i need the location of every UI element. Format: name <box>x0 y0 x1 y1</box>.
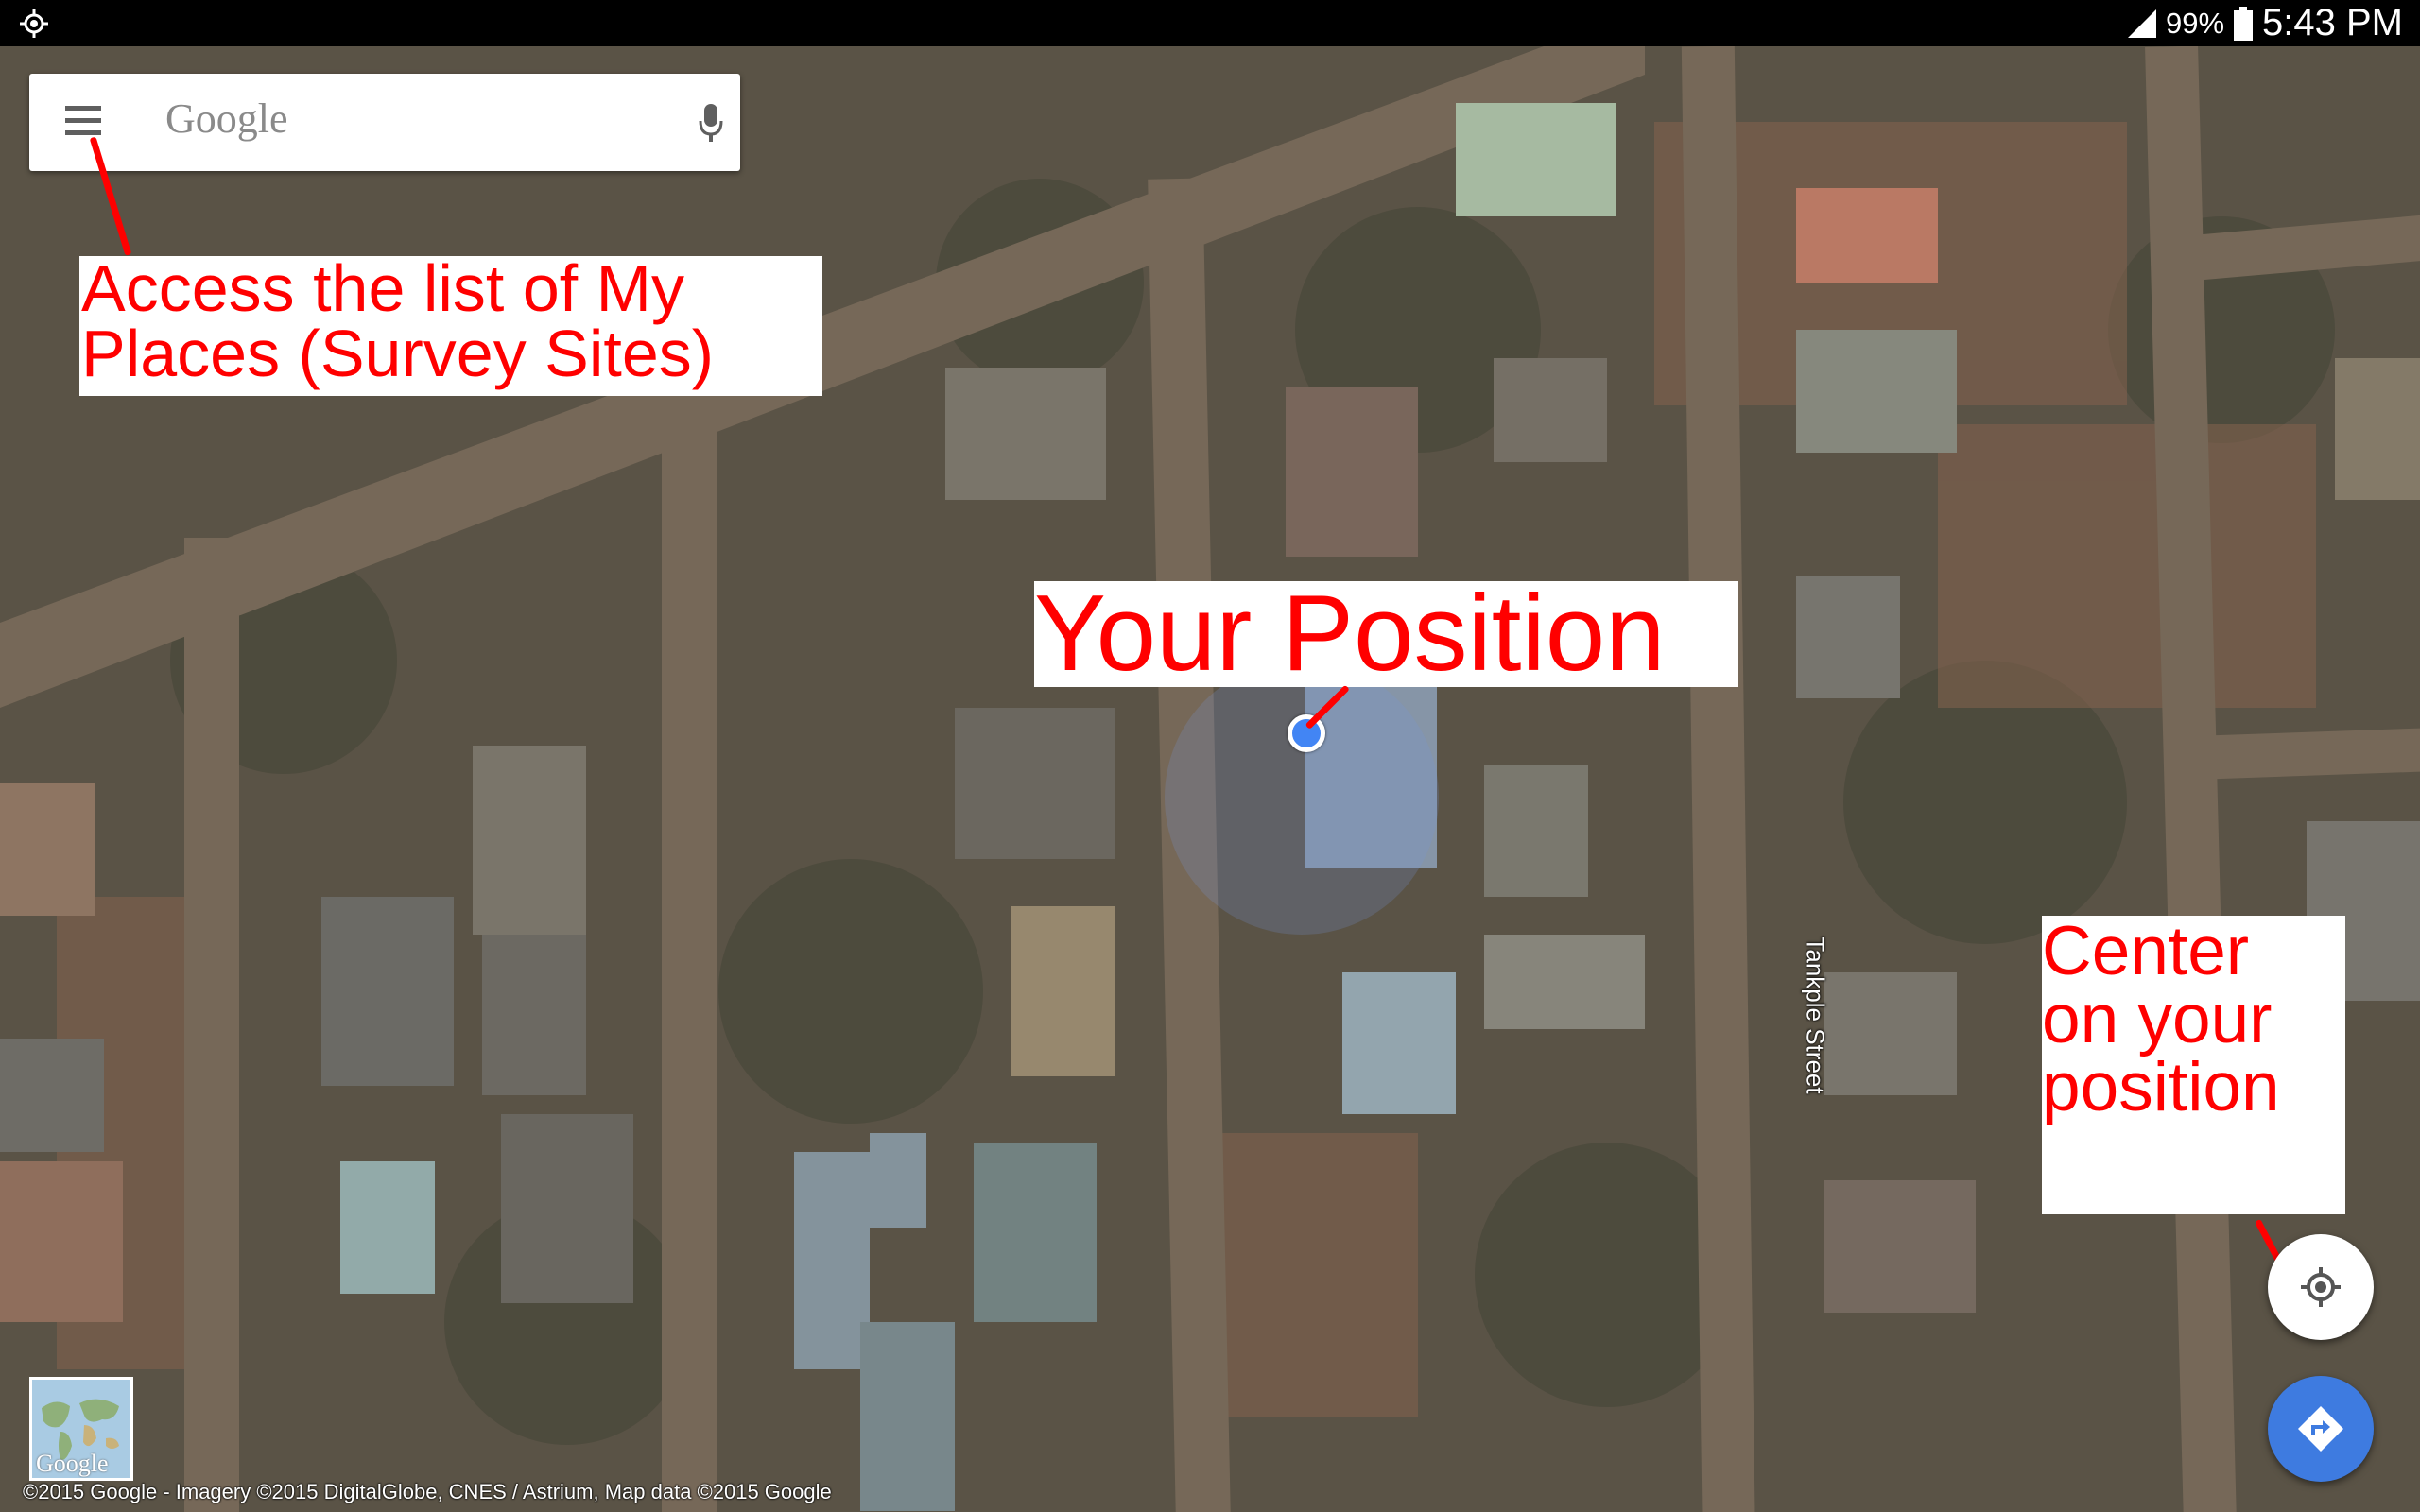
street-label: Tankple Street <box>1801 936 1830 1094</box>
menu-callout: Access the list of My Places (Survey Sit… <box>79 251 822 396</box>
my-location-dot <box>1288 714 1325 752</box>
signal-icon <box>2127 9 2156 38</box>
google-logo: Google <box>165 95 288 142</box>
center-callout: Center on your position <box>2042 916 2345 1214</box>
earth-view-toggle[interactable]: Google <box>29 1377 133 1481</box>
thumbnail-label: Google <box>36 1450 109 1477</box>
menu-icon[interactable] <box>65 106 114 140</box>
clock: 5:43 PM <box>2262 2 2403 43</box>
location-accuracy-halo <box>1165 661 1439 935</box>
center-callout-line3: position <box>2042 1049 2280 1125</box>
center-callout-line2: on your <box>2042 981 2273 1057</box>
my-location-icon <box>2301 1267 2341 1307</box>
status-bar: 99% 5:43 PM <box>0 0 2420 46</box>
battery-percent: 99% <box>2165 6 2225 40</box>
microphone-icon[interactable] <box>699 100 723 146</box>
center-on-position-button[interactable] <box>2268 1234 2374 1340</box>
map-attribution: ©2015 Google - Imagery ©2015 DigitalGlob… <box>23 1480 832 1503</box>
menu-callout-line2: Places (Survey Sites) <box>81 317 715 390</box>
position-callout: Your Position <box>1034 580 1738 688</box>
menu-callout-line1: Access the list of My <box>81 251 684 325</box>
location-icon <box>20 9 48 38</box>
center-callout-line1: Center <box>2042 913 2250 989</box>
directions-button[interactable] <box>2268 1376 2374 1482</box>
directions-icon <box>2298 1406 2343 1452</box>
search-bar[interactable]: Google <box>29 74 740 171</box>
battery-icon <box>2234 6 2254 41</box>
